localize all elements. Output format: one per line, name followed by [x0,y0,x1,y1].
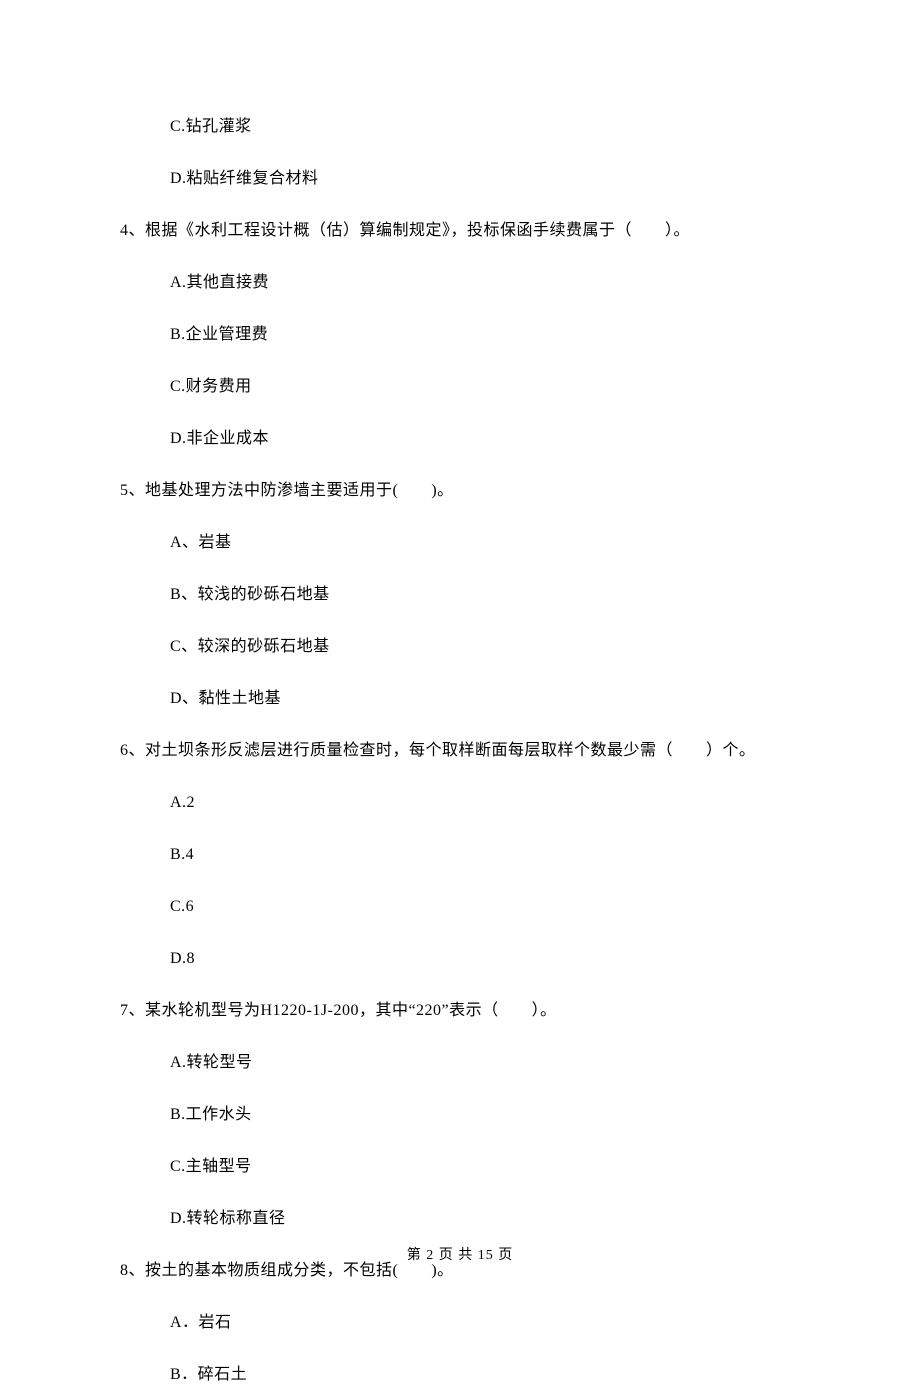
question-7-option-b: B.工作水头 [170,1103,800,1127]
question-6-option-a: A.2 [170,791,800,815]
question-4-stem: 4、根据《水利工程设计概（估）算编制规定》，投标保函手续费属于（ ）。 [120,219,800,243]
question-6-option-d: D.8 [170,947,800,971]
question-4-option-c: C.财务费用 [170,375,800,399]
page-footer: 第 2 页 共 15 页 [0,1245,920,1266]
option-d: D.粘贴纤维复合材料 [170,167,800,191]
question-7-option-d: D.转轮标称直径 [170,1207,800,1231]
option-c: C.钻孔灌浆 [170,115,800,139]
question-4-option-b: B.企业管理费 [170,323,800,347]
question-7-option-c: C.主轴型号 [170,1155,800,1179]
question-6-option-b: B.4 [170,843,800,867]
question-7-option-a: A.转轮型号 [170,1051,800,1075]
question-5-stem: 5、地基处理方法中防渗墙主要适用于( )。 [120,479,800,503]
question-5-option-a: A、岩基 [170,531,800,555]
question-4-option-a: A.其他直接费 [170,271,800,295]
question-6-option-c: C.6 [170,895,800,919]
question-8-option-a: A．岩石 [170,1311,800,1335]
question-7-stem: 7、某水轮机型号为H1220-1J-200，其中“220”表示（ ）。 [120,999,800,1023]
question-4-option-d: D.非企业成本 [170,427,800,451]
question-8-option-b: B．碎石土 [170,1363,800,1387]
question-6-stem: 6、对土坝条形反滤层进行质量检查时，每个取样断面每层取样个数最少需（ ）个。 [120,739,800,763]
question-5-option-b: B、较浅的砂砾石地基 [170,583,800,607]
question-5-option-c: C、较深的砂砾石地基 [170,635,800,659]
page-content: C.钻孔灌浆 D.粘贴纤维复合材料 4、根据《水利工程设计概（估）算编制规定》，… [0,0,920,1387]
question-5-option-d: D、黏性土地基 [170,687,800,711]
